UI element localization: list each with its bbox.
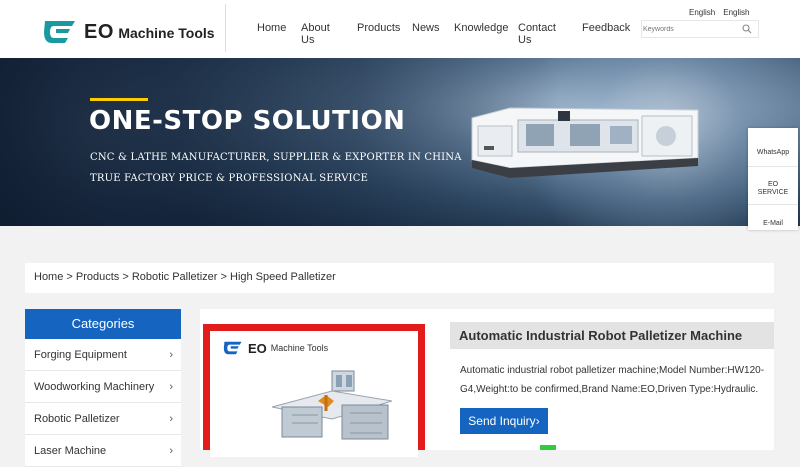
eo-logo-icon	[44, 21, 75, 43]
category-list: Forging Equipment › Woodworking Machiner…	[25, 339, 181, 467]
floating-contact-bar: WhatsApp EO SERVICE E-Mail	[748, 128, 798, 230]
banner-subtitle-1: CNC & LATHE MANUFACTURER, SUPPLIER & EXP…	[90, 152, 462, 163]
category-label: Woodworking Machinery	[34, 381, 155, 393]
nav-contact-us[interactable]: Contact Us	[518, 22, 556, 46]
banner-subtitle-2: TRUE FACTORY PRICE & PROFESSIONAL SERVIC…	[90, 173, 369, 184]
eo-service-button[interactable]: EO SERVICE	[748, 181, 798, 197]
chevron-right-icon: ›	[535, 414, 540, 428]
category-label: Laser Machine	[34, 445, 107, 457]
category-label: Robotic Palletizer	[34, 413, 120, 425]
search-icon[interactable]	[742, 24, 752, 34]
service-label-1: EO	[767, 181, 779, 188]
email-label: E-Mail	[763, 220, 783, 227]
category-label: Forging Equipment	[34, 349, 127, 361]
title-accent-line	[90, 98, 148, 101]
product-image-logo: EO Machine Tools	[222, 340, 328, 356]
category-item-laser-machine[interactable]: Laser Machine ›	[25, 435, 181, 467]
nav-feedback[interactable]: Feedback	[582, 22, 630, 34]
email-button[interactable]: E-Mail	[748, 220, 798, 228]
send-inquiry-label: Send Inquiry	[468, 414, 536, 428]
categories-heading: Categories	[25, 309, 181, 339]
whatsapp-button[interactable]: WhatsApp	[748, 149, 798, 157]
product-description: Automatic industrial robot palletizer ma…	[460, 365, 765, 395]
chevron-right-icon: ›	[169, 413, 173, 425]
whatsapp-label: WhatsApp	[756, 149, 790, 156]
whatsapp-indicator[interactable]	[540, 445, 556, 450]
breadcrumb-products[interactable]: Products	[76, 271, 119, 283]
site-logo[interactable]: EO Machine Tools	[42, 18, 215, 46]
send-inquiry-button[interactable]: Send Inquiry›	[460, 408, 548, 434]
nav-products[interactable]: Products	[357, 22, 400, 34]
product-image-suffix: Machine Tools	[270, 343, 329, 353]
chevron-right-icon: ›	[169, 349, 173, 361]
service-label-2: SERVICE	[757, 189, 789, 196]
search-box	[641, 20, 759, 38]
header-divider	[225, 4, 226, 52]
product-image-brand: EO	[248, 340, 267, 356]
nav-news[interactable]: News	[412, 22, 440, 34]
nav-about-us[interactable]: About Us	[301, 22, 330, 46]
breadcrumb-home[interactable]: Home	[34, 271, 63, 283]
language-selector[interactable]: English English	[685, 4, 760, 20]
site-header: EO Machine Tools Home About Us Products …	[0, 0, 800, 58]
category-item-woodworking-machinery[interactable]: Woodworking Machinery ›	[25, 371, 181, 403]
nav-knowledge[interactable]: Knowledge	[454, 22, 508, 34]
category-item-forging-equipment[interactable]: Forging Equipment ›	[25, 339, 181, 371]
eo-logo-icon	[223, 341, 242, 355]
palletizer-illustration	[271, 370, 393, 440]
category-item-robotic-palletizer[interactable]: Robotic Palletizer ›	[25, 403, 181, 435]
product-image[interactable]: EO Machine Tools	[203, 324, 425, 457]
breadcrumb: Home > Products > Robotic Palletizer > H…	[25, 263, 774, 293]
logo-brand: EO	[84, 20, 114, 43]
language-current: English	[689, 7, 716, 17]
nav-home[interactable]: Home	[257, 22, 286, 34]
breadcrumb-current: High Speed Palletizer	[230, 271, 336, 283]
search-input[interactable]	[642, 21, 738, 37]
product-title: Automatic Industrial Robot Palletizer Ma…	[450, 322, 774, 349]
banner-title: ONE-STOP SOLUTION	[89, 106, 406, 136]
language-option[interactable]: English	[723, 8, 749, 17]
logo-suffix: Machine Tools	[118, 24, 215, 41]
hero-banner: ONE-STOP SOLUTION CNC & LATHE MANUFACTUR…	[0, 58, 800, 226]
cnc-lathe-image	[471, 107, 699, 178]
chevron-right-icon: ›	[169, 445, 173, 457]
chevron-right-icon: ›	[169, 381, 173, 393]
breadcrumb-robotic-palletizer[interactable]: Robotic Palletizer	[132, 271, 218, 283]
